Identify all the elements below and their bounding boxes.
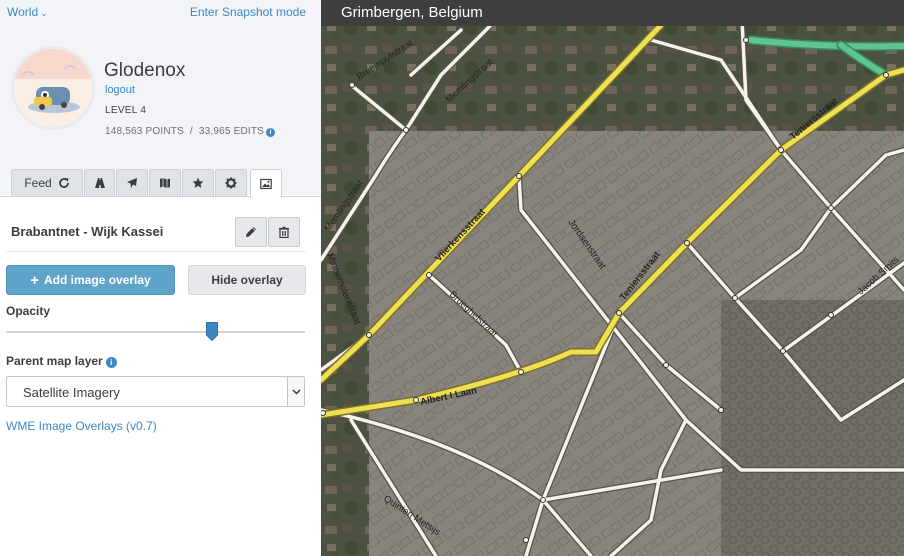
tab-areas[interactable] [116, 169, 148, 196]
add-overlay-label: Add image overlay [44, 273, 151, 287]
plane-icon [127, 178, 137, 188]
tab-feed-label: Feed [24, 176, 52, 190]
world-label: World [7, 5, 39, 19]
delete-overlay-button[interactable] [268, 217, 300, 247]
info-icon[interactable]: i [266, 128, 276, 137]
add-image-overlay-button[interactable]: + Add image overlay [6, 265, 175, 295]
tab-settings[interactable] [215, 169, 247, 196]
tab-maps[interactable] [149, 169, 181, 196]
edit-overlay-button[interactable] [235, 217, 267, 247]
map-icon [160, 178, 170, 188]
snapshot-mode-link[interactable]: Enter Snapshot mode [190, 5, 306, 19]
star-icon [192, 177, 204, 188]
trash-icon [279, 226, 289, 238]
tab-feed[interactable]: Feed [11, 169, 83, 196]
logout-link[interactable]: logout [105, 84, 135, 96]
road-icon [94, 178, 105, 188]
panel-divider [6, 251, 306, 252]
sidebar: World ⌄ Enter Snapshot mode Glodenox logo… [0, 0, 321, 556]
plugin-version-link[interactable]: WME Image Overlays (v0.7) [6, 419, 157, 433]
parent-layer-label-text: Parent map layer [6, 354, 103, 368]
chevron-down-icon: ⌄ [40, 8, 48, 18]
user-level: LEVEL 4 [105, 105, 147, 116]
points-edits-text: 148,563 POINTS / 33,965 EDITS [105, 126, 265, 137]
tab-favorites[interactable] [182, 169, 214, 196]
refresh-icon [58, 178, 69, 188]
info-icon[interactable]: i [105, 357, 117, 368]
map-header: Grimbergen, Belgium [321, 0, 904, 26]
pencil-icon [246, 227, 256, 237]
parent-layer-label: Parent map layer i [6, 354, 117, 368]
opacity-label: Opacity [6, 304, 51, 318]
plus-icon: + [30, 271, 40, 289]
user-stats: 148,563 POINTS / 33,965 EDITS i [105, 126, 276, 137]
tab-drives[interactable] [84, 169, 115, 196]
username: Glodenox [104, 60, 186, 81]
overlay-trees [721, 300, 904, 556]
chevron-down-icon [287, 377, 304, 406]
hide-overlay-button[interactable]: Hide overlay [188, 265, 306, 295]
map-canvas[interactable]: Breemputstraat Memlingstraat Memlingstra… [321, 0, 904, 556]
avatar [11, 46, 95, 130]
opacity-slider-thumb[interactable] [206, 322, 219, 341]
location-label: Grimbergen, Belgium [341, 4, 483, 21]
parent-layer-select[interactable]: Satellite Imagery [6, 376, 305, 407]
image-icon [260, 178, 272, 190]
gear-icon [225, 177, 237, 189]
overlay-name: Brabantnet - Wijk Kassei [11, 224, 164, 239]
map-view[interactable]: Breemputstraat Memlingstraat Memlingstra… [321, 0, 904, 556]
parent-layer-value: Satellite Imagery [23, 385, 120, 400]
world-dropdown[interactable]: World ⌄ [7, 5, 48, 19]
top-bar: World ⌄ Enter Snapshot mode [0, 0, 321, 24]
opacity-slider-track[interactable] [6, 331, 305, 333]
tab-image-overlays[interactable] [250, 169, 282, 198]
